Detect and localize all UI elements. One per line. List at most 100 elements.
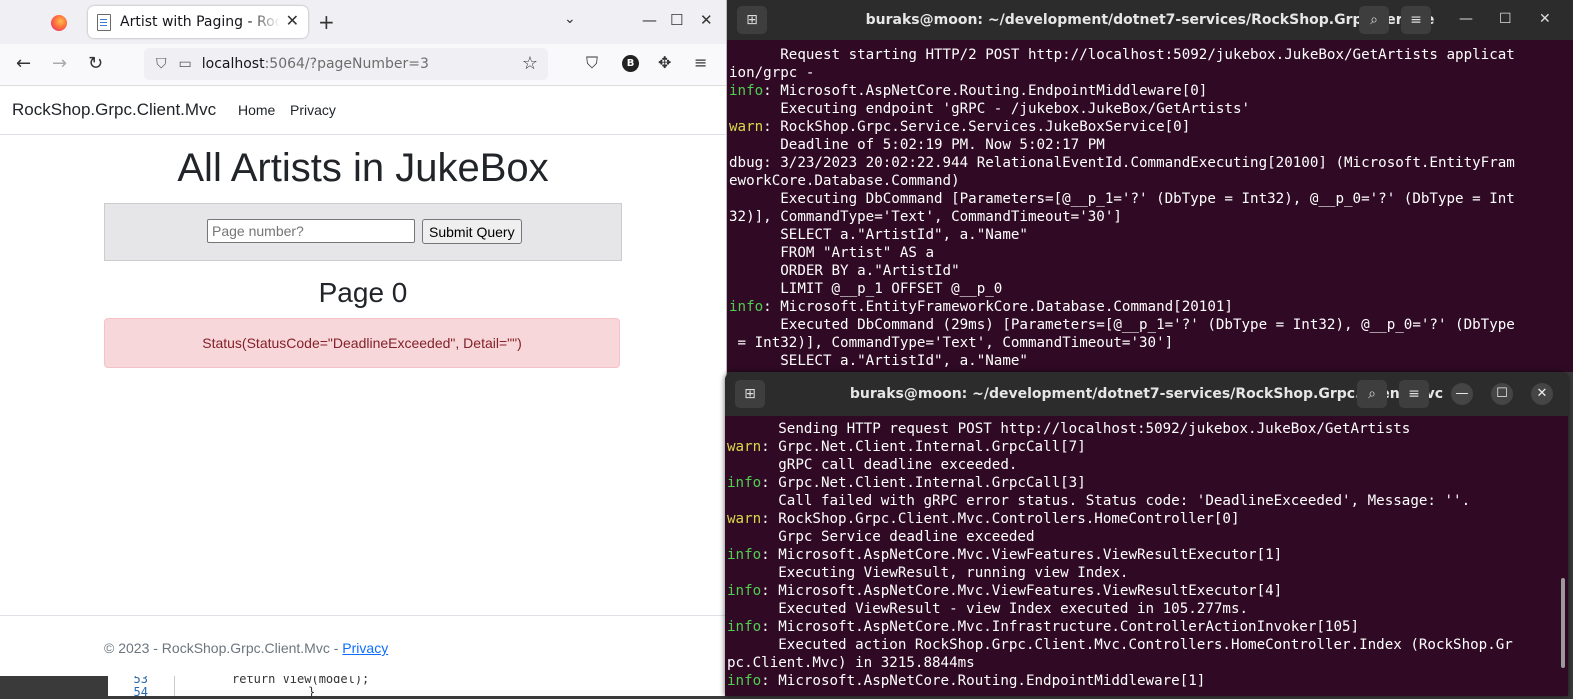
log-text: SELECT a."ArtistId", a."Name"	[729, 353, 1028, 369]
search-icon[interactable]: ⌕	[1359, 6, 1389, 34]
back-button[interactable]: ←	[16, 53, 31, 74]
extensions-puzzle-icon[interactable]: ✥	[658, 53, 671, 72]
site-navbar: RockShop.Grpc.Client.Mvc Home Privacy	[0, 86, 726, 135]
tracking-protection-shield-icon[interactable]: ⛉	[156, 56, 167, 72]
page-info-icon[interactable]: ▭	[179, 56, 192, 72]
log-text: = Int32)], CommandType='Text', CommandTi…	[729, 335, 1174, 351]
terminal-line: SELECT a."ArtistId", a."Name"	[729, 352, 1573, 370]
terminal-line: info: Microsoft.AspNetCore.Routing.Endpo…	[727, 672, 1568, 690]
new-tab-button[interactable]: +	[318, 10, 335, 34]
close-window-icon[interactable]: ✕	[700, 11, 713, 29]
log-text: gRPC call deadline exceeded.	[727, 457, 1018, 473]
site-brand-link[interactable]: RockShop.Grpc.Client.Mvc	[12, 100, 216, 120]
log-text: : Grpc.Net.Client.Internal.GrpcCall[7]	[761, 439, 1086, 455]
search-icon[interactable]: ⌕	[1357, 380, 1387, 408]
log-text: ORDER BY a."ArtistId"	[729, 263, 960, 279]
terminal-line: warn: RockShop.Grpc.Service.Services.Juk…	[729, 118, 1573, 136]
list-all-tabs-icon[interactable]: ⌄	[564, 11, 576, 27]
hamburger-menu-icon[interactable]: ≡	[1401, 6, 1431, 34]
terminal-line: Request starting HTTP/2 POST http://loca…	[729, 46, 1573, 64]
minimize-window-icon[interactable]: —	[1451, 383, 1473, 405]
log-text: Executed ViewResult - view Index execute…	[727, 601, 1249, 617]
error-alert: Status(StatusCode="DeadlineExceeded", De…	[104, 318, 620, 368]
terminal-line: = Int32)], CommandType='Text', CommandTi…	[729, 334, 1573, 352]
log-text: Call failed with gRPC error status. Stat…	[727, 493, 1471, 509]
url-host: localhost	[201, 56, 265, 72]
log-level-label: info	[727, 583, 762, 599]
tab-bar: Artist with Paging - RockShop ✕ + ⌄ — ☐ …	[0, 0, 726, 44]
pocket-icon[interactable]: ⛉	[586, 53, 598, 73]
terminal-line: FROM "Artist" AS a	[729, 244, 1573, 262]
log-text: Request starting HTTP/2 POST http://loca…	[729, 47, 1515, 63]
address-bar[interactable]: ⛉ ▭ localhost:5064/?pageNumber=3 ☆	[144, 48, 548, 80]
nav-link-privacy[interactable]: Privacy	[290, 102, 336, 118]
code-line: }	[308, 685, 316, 699]
forward-button[interactable]: →	[52, 53, 67, 74]
terminal-line: warn: Grpc.Net.Client.Internal.GrpcCall[…	[727, 438, 1568, 456]
maximize-window-icon[interactable]: ☐	[670, 11, 683, 29]
terminal-line: Executed action RockShop.Grpc.Client.Mvc…	[727, 636, 1568, 654]
terminal-line: Executing endpoint 'gRPC - /jukebox.Juke…	[729, 100, 1573, 118]
maximize-window-icon[interactable]: ☐	[1491, 383, 1513, 405]
minimize-window-icon[interactable]: —	[1459, 11, 1473, 27]
firefox-view-tab[interactable]	[36, 8, 82, 38]
terminal-title: buraks@moon: ~/development/dotnet7-servi…	[849, 386, 1444, 402]
log-text: : Microsoft.AspNetCore.Routing.EndpointM…	[763, 83, 1208, 99]
submit-query-button[interactable]: Submit Query	[422, 219, 522, 244]
log-text: LIMIT @__p_1 OFFSET @__p_0	[729, 281, 1003, 297]
terminal-line: gRPC call deadline exceeded.	[727, 456, 1568, 474]
terminal-titlebar: ⊞ buraks@moon: ~/development/dotnet7-ser…	[727, 0, 1573, 40]
close-window-icon[interactable]: ✕	[1531, 383, 1553, 405]
extension-b-icon[interactable]: B	[622, 55, 639, 72]
terminal-line: 32)], CommandType='Text', CommandTimeout…	[729, 208, 1573, 226]
log-text: pc.Client.Mvc) in 3215.8844ms	[727, 655, 975, 671]
terminal-line: Deadline of 5:02:19 PM. Now 5:02:17 PM	[729, 136, 1573, 154]
footer-copyright: © 2023 - RockShop.Grpc.Client.Mvc -	[104, 640, 343, 656]
log-text: : RockShop.Grpc.Service.Services.JukeBox…	[763, 119, 1191, 135]
log-text: Executed DbCommand (29ms) [Parameters=[@…	[729, 317, 1515, 333]
log-text: Deadline of 5:02:19 PM. Now 5:02:17 PM	[729, 137, 1105, 153]
tab-artist-paging[interactable]: Artist with Paging - RockShop ✕	[88, 6, 308, 38]
line-number: 54	[133, 685, 148, 699]
log-text: 32)], CommandType='Text', CommandTimeout…	[729, 209, 1122, 225]
close-tab-icon[interactable]: ✕	[286, 11, 299, 30]
url-path: :5064/?pageNumber=3	[264, 56, 429, 72]
terminal-line: Executing DbCommand [Parameters=[@__p_1=…	[729, 190, 1573, 208]
log-text: Sending HTTP request POST http://localho…	[727, 421, 1411, 437]
minimize-window-icon[interactable]: —	[642, 11, 657, 29]
log-level-label: info	[727, 619, 762, 635]
site-footer: © 2023 - RockShop.Grpc.Client.Mvc - Priv…	[0, 615, 726, 677]
terminal-line: Executed DbCommand (29ms) [Parameters=[@…	[729, 316, 1573, 334]
log-level-label: warn	[727, 511, 762, 527]
footer-privacy-link[interactable]: Privacy	[342, 640, 388, 656]
terminal-line: LIMIT @__p_1 OFFSET @__p_0	[729, 280, 1573, 298]
nav-link-home[interactable]: Home	[238, 102, 275, 118]
terminal-scrollbar[interactable]	[1561, 578, 1565, 668]
log-text: Executing DbCommand [Parameters=[@__p_1=…	[729, 191, 1515, 207]
bookmark-star-icon[interactable]: ☆	[522, 53, 538, 74]
terminal-title: buraks@moon: ~/development/dotnet7-servi…	[865, 12, 1435, 28]
terminal-titlebar: ⊞ buraks@moon: ~/development/dotnet7-ser…	[725, 372, 1568, 416]
close-window-icon[interactable]: ✕	[1539, 11, 1551, 27]
log-text: SELECT a."ArtistId", a."Name"	[729, 227, 1028, 243]
terminal-output[interactable]: Request starting HTTP/2 POST http://loca…	[727, 46, 1573, 370]
maximize-window-icon[interactable]: ☐	[1499, 11, 1512, 27]
terminal-output[interactable]: Sending HTTP request POST http://localho…	[725, 420, 1568, 690]
reload-button[interactable]: ↻	[88, 53, 103, 74]
log-text: ion/grpc -	[729, 65, 815, 81]
log-text: : Microsoft.AspNetCore.Routing.EndpointM…	[761, 673, 1206, 689]
log-text: Grpc Service deadline exceeded	[727, 529, 1035, 545]
firefox-logo-icon	[51, 15, 67, 31]
log-text: : RockShop.Grpc.Client.Mvc.Controllers.H…	[761, 511, 1240, 527]
log-level-label: info	[727, 673, 762, 689]
hamburger-menu-icon[interactable]: ≡	[694, 53, 707, 72]
log-level-label: warn	[729, 119, 764, 135]
terminal-line: eworkCore.Database.Command)	[729, 172, 1573, 190]
terminal-line: info: Microsoft.AspNetCore.Mvc.ViewFeatu…	[727, 582, 1568, 600]
log-text: Executing ViewResult, running view Index…	[727, 565, 1129, 581]
hamburger-menu-icon[interactable]: ≡	[1399, 380, 1429, 408]
terminal-line: Sending HTTP request POST http://localho…	[727, 420, 1568, 438]
page-number-input[interactable]	[207, 219, 415, 243]
page-favicon-icon	[97, 13, 111, 31]
navigation-toolbar: ← → ↻ ⛉ ▭ localhost:5064/?pageNumber=3 ☆…	[0, 44, 726, 86]
